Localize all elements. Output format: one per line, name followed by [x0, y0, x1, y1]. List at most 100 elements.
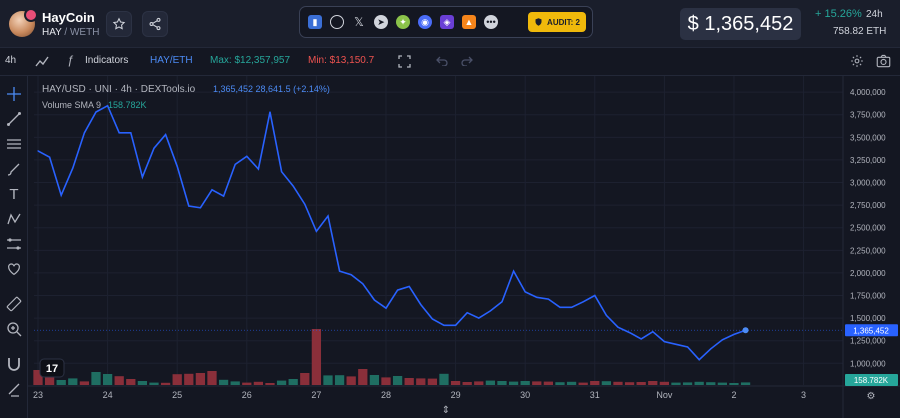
- y-tick-label: 3,750,000: [850, 111, 886, 120]
- price-point: [721, 339, 723, 341]
- price-point: [605, 314, 607, 316]
- x-tick-label: 23: [33, 390, 43, 400]
- y-tick-label: 2,750,000: [850, 201, 886, 210]
- x-tick-label: 26: [242, 390, 252, 400]
- price-point: [234, 163, 236, 166]
- price-point: [489, 310, 491, 312]
- price-point: [222, 195, 225, 197]
- price-line-layer: [34, 104, 843, 361]
- axis-settings-icon: ⚙: [867, 391, 876, 402]
- price-point: [176, 165, 178, 167]
- price-point: [663, 341, 665, 343]
- price-point: [199, 207, 201, 209]
- volume-bar: [590, 381, 600, 385]
- price-point: [60, 194, 62, 196]
- price-point: [640, 338, 642, 340]
- price-point: [478, 317, 480, 319]
- y-tick-label: 1,000,000: [850, 359, 886, 368]
- volume-bar: [288, 379, 298, 385]
- volume-bar: [392, 376, 403, 385]
- y-tick-label: 2,500,000: [850, 224, 886, 233]
- price-point: [130, 132, 132, 134]
- price-point: [338, 270, 341, 272]
- legend-value: 1,365,452 28,641.5 (+2.14%): [213, 84, 330, 94]
- price-point: [420, 303, 422, 306]
- x-tick-label: 27: [311, 390, 321, 400]
- price-point: [443, 324, 445, 326]
- x-tick-label: 29: [451, 390, 461, 400]
- x-tick-label: 30: [520, 390, 530, 400]
- volume-bar: [195, 373, 206, 385]
- volume-bar: [265, 383, 275, 385]
- volume-bar: [416, 378, 426, 385]
- last-price-badge-label: 1,365,452: [853, 326, 889, 335]
- volume-bar: [276, 380, 287, 385]
- price-point: [582, 301, 584, 303]
- volume-bar: [218, 379, 229, 385]
- price-point: [524, 291, 526, 293]
- price-point: [211, 189, 213, 191]
- price-point: [362, 283, 364, 285]
- volume-bar: [369, 375, 380, 385]
- price-point: [118, 132, 120, 134]
- price-point: [188, 205, 190, 207]
- y-tick-label: 3,000,000: [850, 179, 886, 188]
- volume-bar: [578, 382, 588, 385]
- price-point: [652, 331, 654, 333]
- price-point: [617, 326, 619, 328]
- volume-bar: [381, 377, 391, 385]
- price-point: [675, 343, 677, 345]
- x-tick-label: 25: [172, 390, 182, 400]
- price-point: [304, 203, 306, 205]
- volume-bar: [624, 382, 635, 385]
- volume-bar: [160, 382, 171, 385]
- volume-bar: [497, 381, 507, 385]
- volume-bar: [706, 382, 716, 385]
- volume-bar: [68, 378, 78, 385]
- volume-bar: [532, 381, 542, 385]
- price-point: [501, 301, 503, 303]
- volume-bar: [44, 376, 55, 385]
- x-tick-label: 3: [801, 390, 806, 400]
- volume-label: Volume SMA 9: [42, 100, 101, 110]
- y-tick-label: 3,500,000: [850, 133, 886, 142]
- y-tick-label: 1,750,000: [850, 292, 886, 301]
- volume-bar: [242, 382, 252, 385]
- volume-bar: [334, 375, 345, 385]
- price-chart[interactable]: 4,000,000 3,750,000 3,500,000 3,250,000 3,00…: [0, 0, 900, 418]
- price-point: [628, 331, 631, 334]
- chart-legend: HAY/USD · UNI · 4h · DEXTools.io 1,365,4…: [42, 84, 330, 110]
- price-point: [37, 150, 39, 152]
- price-point: [385, 307, 387, 309]
- volume-bar: [79, 381, 90, 385]
- volume-bar: [346, 376, 356, 385]
- price-point: [710, 348, 712, 350]
- volume-bar: [427, 378, 438, 385]
- volume-bar: [613, 381, 623, 385]
- last-volume-badge-label: 158.782K: [854, 376, 889, 385]
- price-point: [72, 167, 74, 169]
- x-tick-label: 28: [381, 390, 391, 400]
- y-tick-label: 2,000,000: [850, 269, 886, 278]
- price-point: [292, 185, 294, 187]
- price-point: [95, 111, 97, 113]
- pane-resize-icon: ⇕: [442, 405, 450, 416]
- volume-bar: [474, 381, 484, 385]
- volume-bar: [300, 373, 310, 385]
- price-point: [698, 359, 700, 361]
- price-point: [350, 274, 352, 276]
- price-line: [37, 104, 746, 361]
- volume-bar: [740, 382, 751, 385]
- volume-bar: [694, 381, 704, 385]
- price-point: [83, 132, 85, 134]
- axes: 4,000,000 3,750,000 3,500,000 3,250,000 3,00…: [28, 76, 900, 418]
- price-point: [269, 111, 271, 113]
- price-point: [686, 346, 689, 348]
- y-tick-label: 2,250,000: [850, 246, 886, 255]
- volume-bar: [114, 376, 124, 385]
- y-tick-label: 3,250,000: [850, 156, 886, 165]
- volume-bar: [729, 383, 739, 385]
- volume-bar: [149, 382, 159, 385]
- volume-bar: [91, 372, 101, 385]
- volume-bar: [717, 382, 728, 385]
